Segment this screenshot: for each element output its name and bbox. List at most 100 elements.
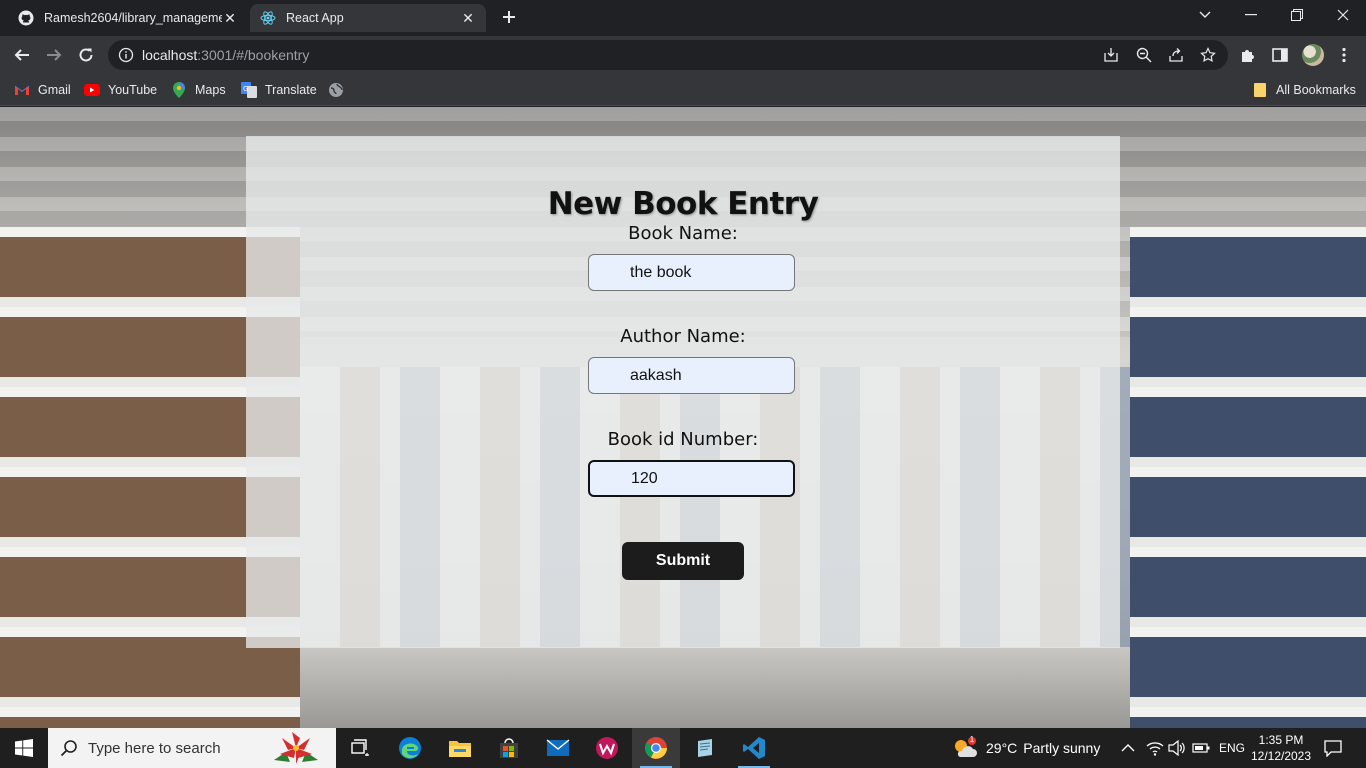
weather-widget[interactable]: 1 29°C Partly sunny — [952, 728, 1100, 768]
minimize-icon — [1245, 14, 1257, 16]
notes-icon — [698, 739, 712, 757]
windows-taskbar: Type here to search 1 29°C Partly sunny … — [0, 728, 1366, 768]
install-app-icon[interactable] — [1103, 47, 1119, 63]
bookmark-star-icon[interactable] — [1200, 47, 1216, 63]
background-floor — [300, 647, 1130, 728]
weather-temp: 29°C — [986, 740, 1018, 756]
close-tab-icon[interactable]: ✕ — [460, 10, 476, 26]
task-view-icon — [351, 739, 369, 756]
address-bar[interactable]: localhost:3001/#/bookentry — [108, 40, 1228, 70]
globe-icon — [328, 82, 344, 98]
taskbar-microsoft-store[interactable] — [485, 728, 533, 768]
taskbar-search[interactable]: Type here to search — [48, 728, 336, 768]
taskbar-search-placeholder: Type here to search — [88, 739, 221, 757]
share-icon[interactable] — [1168, 47, 1184, 63]
bookmark-label: Maps — [195, 83, 226, 97]
book-id-input[interactable]: 120 — [588, 460, 795, 497]
speaker-icon — [1168, 740, 1185, 756]
taskbar-wps-office[interactable] — [583, 728, 631, 768]
info-icon[interactable] — [118, 47, 134, 63]
close-tab-icon[interactable]: ✕ — [222, 10, 238, 26]
all-bookmarks-folder[interactable]: All Bookmarks — [1252, 82, 1356, 98]
bookmark-youtube[interactable]: YouTube — [84, 82, 157, 98]
folder-icon — [449, 741, 471, 757]
back-button[interactable] — [8, 41, 36, 69]
reload-button[interactable] — [72, 41, 100, 69]
book-entry-form: New Book Entry Book Name: the book Autho… — [246, 136, 1120, 648]
book-id-label: Book id Number: — [607, 429, 759, 450]
bookmark-label: Translate — [265, 83, 317, 97]
start-button[interactable] — [0, 728, 48, 768]
bookmark-label: Gmail — [38, 83, 71, 97]
taskbar-chrome[interactable] — [632, 728, 680, 768]
browser-menu-button[interactable] — [1334, 45, 1354, 65]
profile-avatar[interactable] — [1302, 44, 1324, 66]
bookmark-translate[interactable]: G Translate — [241, 82, 317, 98]
folder-icon — [1252, 82, 1268, 98]
network-status[interactable] — [1146, 728, 1164, 768]
gmail-icon — [14, 82, 30, 98]
zoom-icon[interactable] — [1136, 47, 1152, 63]
submit-button[interactable]: Submit — [622, 542, 744, 580]
tab-search-button[interactable] — [1182, 0, 1228, 30]
translate-icon: G — [241, 82, 257, 98]
background-bookshelves-right — [1130, 227, 1366, 728]
side-panel-button[interactable] — [1270, 45, 1290, 65]
close-window-button[interactable] — [1320, 0, 1366, 30]
mail-icon — [546, 739, 570, 756]
vscode-icon — [743, 737, 765, 759]
bookmark-label: YouTube — [108, 83, 158, 97]
react-icon — [260, 10, 276, 26]
author-name-input[interactable]: aakash — [588, 357, 795, 394]
new-tab-button[interactable] — [496, 5, 522, 29]
search-icon — [60, 740, 77, 757]
show-hidden-icons-button[interactable] — [1121, 728, 1135, 768]
url-path: :3001/#/bookentry — [197, 47, 310, 63]
restore-button[interactable] — [1274, 0, 1320, 30]
extensions-button[interactable] — [1238, 45, 1258, 65]
close-icon — [1337, 9, 1349, 21]
svg-text:G: G — [243, 85, 248, 93]
chevron-down-icon — [1199, 11, 1211, 18]
windows-logo-icon — [15, 739, 33, 757]
taskbar-mail[interactable] — [534, 728, 582, 768]
more-vertical-icon — [1342, 47, 1346, 63]
author-name-label: Author Name: — [620, 326, 746, 347]
puzzle-icon — [1242, 50, 1254, 62]
book-name-input[interactable]: the book — [588, 254, 795, 291]
github-icon — [18, 10, 34, 26]
battery-status[interactable] — [1192, 728, 1210, 768]
page-viewport: New Book Entry Book Name: the book Autho… — [0, 107, 1366, 728]
minimize-button[interactable] — [1228, 0, 1274, 30]
wps-office-icon — [596, 737, 618, 759]
chevron-up-icon — [1121, 744, 1135, 752]
url-text: localhost:3001/#/bookentry — [142, 47, 309, 63]
arrow-right-icon — [47, 49, 62, 61]
restore-icon — [1291, 9, 1303, 21]
forward-button[interactable] — [40, 41, 68, 69]
browser-toolbar: localhost:3001/#/bookentry — [0, 36, 1366, 74]
arrow-left-icon — [14, 49, 29, 61]
book-name-label: Book Name: — [628, 223, 738, 244]
taskbar-notes-app[interactable] — [681, 728, 729, 768]
partly-sunny-icon: 1 — [952, 735, 978, 759]
tab-github-repo[interactable]: Ramesh2604/library_manageme ✕ — [8, 4, 248, 32]
bookmark-globe[interactable] — [328, 82, 352, 98]
bookmark-gmail[interactable]: Gmail — [14, 82, 71, 98]
tab-react-app[interactable]: React App ✕ — [250, 4, 486, 32]
notification-center-button[interactable] — [1324, 728, 1342, 768]
volume-control[interactable] — [1168, 728, 1186, 768]
weather-badge: 1 — [969, 735, 975, 744]
taskbar-vscode[interactable] — [730, 728, 778, 768]
all-bookmarks-label: All Bookmarks — [1276, 83, 1356, 97]
taskbar-file-explorer[interactable] — [436, 728, 484, 768]
taskbar-edge[interactable] — [386, 728, 434, 768]
browser-tab-strip: Ramesh2604/library_manageme ✕ React App … — [0, 0, 1366, 36]
task-view-button[interactable] — [336, 728, 384, 768]
clock-date: 12/12/2023 — [1250, 749, 1312, 763]
bookmark-maps[interactable]: Maps — [171, 82, 226, 98]
notification-icon — [1324, 740, 1342, 757]
maps-icon — [171, 82, 187, 98]
input-language[interactable]: ENG — [1219, 728, 1245, 768]
system-clock[interactable]: 1:35 PM 12/12/2023 — [1248, 732, 1314, 764]
